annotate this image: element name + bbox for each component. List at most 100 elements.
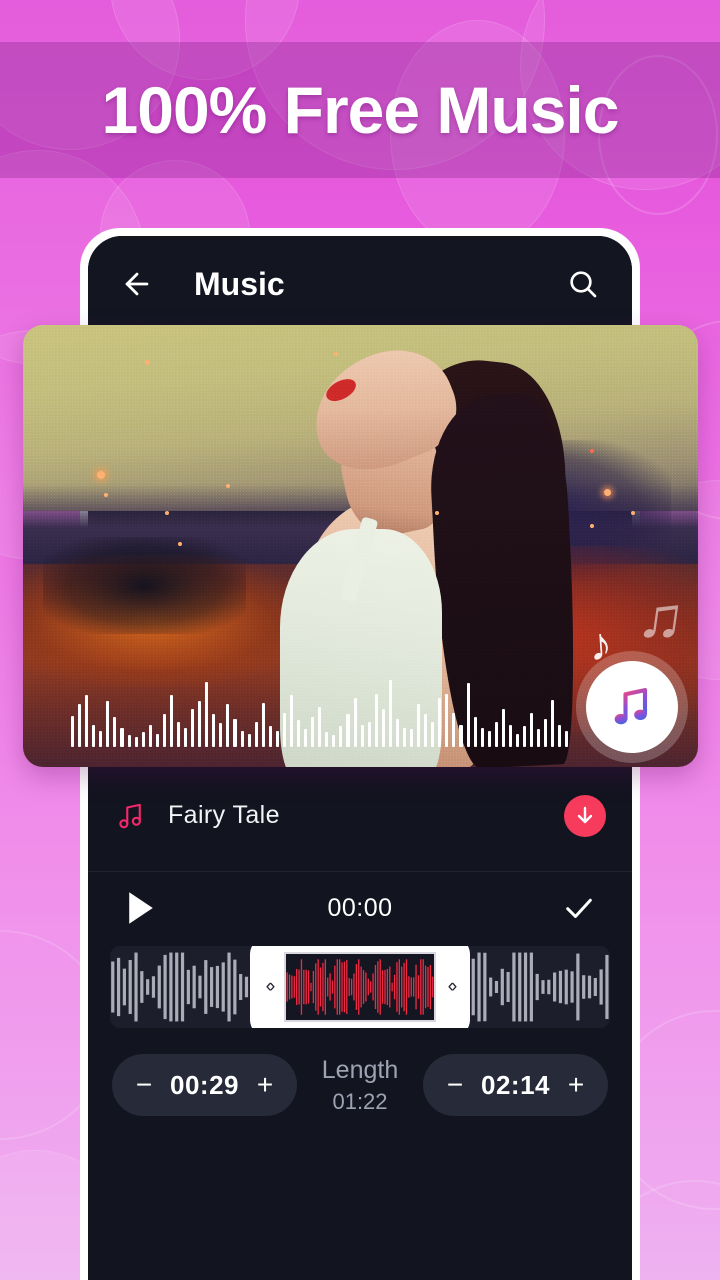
waveform-bar <box>318 707 322 747</box>
waveform-bar <box>191 708 195 747</box>
waveform-bar <box>374 693 378 747</box>
end-plus-button[interactable]: + <box>566 1071 586 1099</box>
end-minus-button[interactable]: − <box>445 1071 465 1099</box>
waveform-bar <box>71 715 75 747</box>
waveform-bar <box>360 724 364 747</box>
waveform-bar <box>198 701 202 747</box>
waveform-bar <box>304 729 308 747</box>
waveform-bar <box>346 714 350 747</box>
waveform-bar <box>537 729 541 747</box>
waveform-bar <box>141 732 145 747</box>
waveform-bar <box>494 721 498 747</box>
waveform-bar <box>92 724 96 747</box>
waveform-bar <box>367 721 371 747</box>
end-time-value: 02:14 <box>481 1069 550 1100</box>
waveform-bar <box>395 718 399 747</box>
waveform-bar <box>254 721 258 747</box>
play-button[interactable] <box>120 887 162 929</box>
waveform-bar <box>205 681 209 747</box>
page-title: Music <box>194 265 285 302</box>
waveform-bar <box>275 730 279 747</box>
waveform-bar <box>473 717 477 747</box>
waveform-bar <box>544 718 548 747</box>
waveform-bar <box>176 721 180 747</box>
waveform-bar <box>219 723 223 747</box>
waveform-bar <box>78 704 82 747</box>
waveform-bar <box>459 724 463 747</box>
waveform-bar <box>155 733 159 747</box>
check-icon <box>566 898 592 918</box>
length-readout: Length 01:22 <box>322 1056 398 1115</box>
music-note-icon <box>114 801 148 831</box>
waveform-bar <box>438 698 442 747</box>
waveform-trimmer[interactable]: ‹› ‹› <box>110 946 610 1028</box>
waveform-bar <box>452 712 456 747</box>
music-note-icon <box>614 688 648 725</box>
waveform-bar <box>501 708 505 747</box>
end-time-stepper[interactable]: − 02:14 + <box>423 1054 608 1116</box>
trim-steppers: − 00:29 + Length 01:22 − 02:14 + <box>110 1054 610 1116</box>
waveform-bar <box>431 721 435 747</box>
waveform-bar <box>212 714 216 747</box>
waveform-bar <box>289 695 293 747</box>
waveform-bar <box>233 718 237 747</box>
left-right-handle-icon: ‹› <box>265 976 276 997</box>
start-time-value: 00:29 <box>170 1069 239 1100</box>
music-player-fab[interactable] <box>586 661 678 753</box>
waveform-bar <box>85 695 89 747</box>
search-icon <box>570 271 597 298</box>
play-icon <box>129 892 153 924</box>
waveform-bar <box>261 702 265 747</box>
selection-waveform-area <box>284 952 436 1022</box>
waveform-bar <box>466 683 470 747</box>
selected-waveform <box>286 959 434 1015</box>
current-time: 00:00 <box>327 893 393 922</box>
waveform-bar <box>410 729 414 747</box>
waveform-bar <box>247 733 251 747</box>
start-plus-button[interactable]: + <box>255 1071 275 1099</box>
waveform-bar <box>565 730 569 747</box>
app-bar: Music <box>88 236 632 332</box>
trim-handle-right[interactable]: ‹› <box>436 976 466 998</box>
waveform-bar <box>226 704 230 747</box>
arrow-left-icon <box>125 272 149 296</box>
trim-selection[interactable]: ‹› ‹› <box>250 946 470 1028</box>
audio-trimmer-panel: 00:00 ‹› ‹› − 00:29 + Length 01:22 − 02:… <box>88 872 632 1116</box>
waveform-bar <box>311 717 315 747</box>
promo-banner: 100% Free Music <box>0 42 720 178</box>
album-art-card[interactable]: ♫ ♪ <box>23 325 698 767</box>
banner-title: 100% Free Music <box>101 73 620 147</box>
waveform-bar <box>162 714 166 747</box>
start-time-stepper[interactable]: − 00:29 + <box>112 1054 297 1116</box>
waveform-bar <box>325 732 329 747</box>
download-arrow-icon[interactable] <box>564 794 606 837</box>
waveform-bar <box>106 701 110 747</box>
waveform-bar <box>134 736 138 747</box>
waveform-bar <box>530 712 534 747</box>
length-label: Length <box>321 1055 399 1084</box>
waveform-bar <box>558 724 562 747</box>
transport-bar: 00:00 <box>110 872 610 944</box>
waveform-bar <box>417 704 421 747</box>
waveform-bar <box>487 730 491 747</box>
search-button[interactable] <box>560 261 606 307</box>
waveform-bar <box>402 727 406 747</box>
waveform-bar <box>297 720 301 747</box>
waveform-bar <box>120 727 124 747</box>
song-list-item[interactable]: Fairy Tale <box>88 777 632 854</box>
length-value: 01:22 <box>332 1088 388 1114</box>
waveform-bar <box>339 726 343 747</box>
trim-handle-left[interactable]: ‹› <box>254 976 284 998</box>
confirm-button[interactable] <box>558 887 600 929</box>
waveform-bar <box>268 726 272 747</box>
waveform-bar <box>99 730 103 747</box>
waveform-bar <box>551 699 555 747</box>
start-minus-button[interactable]: − <box>134 1071 154 1099</box>
waveform-bar <box>332 735 336 747</box>
waveform-bar <box>508 724 512 747</box>
song-title: Fairy Tale <box>168 801 280 829</box>
waveform-bar <box>353 698 357 747</box>
back-button[interactable] <box>114 261 160 307</box>
waveform-bar <box>240 730 244 747</box>
waveform-bar <box>381 708 385 747</box>
